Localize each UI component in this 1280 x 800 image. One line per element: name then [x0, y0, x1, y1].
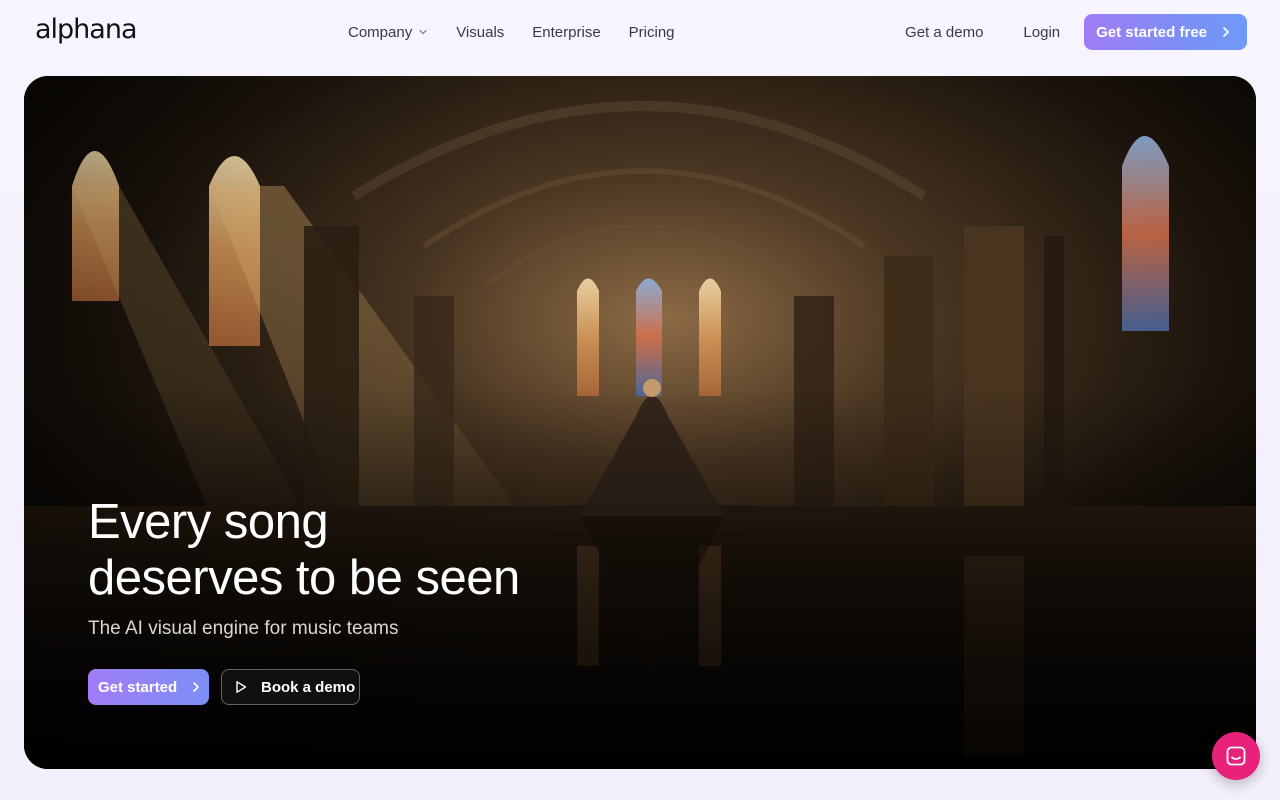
get-started-button[interactable]: Get started: [88, 669, 209, 705]
book-demo-label: Book a demo: [261, 678, 356, 696]
chat-launcher-button[interactable]: [1212, 732, 1260, 780]
hero-title-line-2: deserves to be seen: [88, 551, 520, 605]
get-started-free-button[interactable]: Get started free: [1084, 14, 1247, 50]
hero-title-line-1: Every song: [88, 495, 329, 549]
brand-logo[interactable]: alphana: [35, 14, 138, 45]
get-started-label: Get started: [98, 678, 178, 696]
header-actions: Get a demo Login Get started free: [885, 14, 1247, 50]
hero-section: Every song deserves to be seen The AI vi…: [24, 76, 1256, 769]
chevron-right-icon: [1223, 27, 1229, 37]
chevron-right-icon: [193, 682, 200, 692]
nav-company[interactable]: Company: [348, 24, 428, 41]
book-demo-button[interactable]: Book a demo: [221, 669, 360, 705]
nav-visuals[interactable]: Visuals: [456, 24, 504, 41]
hero-title: Every song deserves to be seen: [88, 494, 648, 606]
login-link[interactable]: Login: [1003, 24, 1080, 41]
hero-subtitle: The AI visual engine for music teams: [88, 618, 399, 639]
chat-icon: [1226, 746, 1246, 766]
get-demo-link[interactable]: Get a demo: [885, 24, 1003, 41]
hero-overlay: [24, 76, 1256, 769]
play-icon: [236, 681, 247, 693]
chevron-down-icon: [419, 29, 427, 35]
nav-enterprise[interactable]: Enterprise: [532, 24, 600, 41]
nav-pricing[interactable]: Pricing: [629, 24, 675, 41]
nav-company-label: Company: [348, 23, 413, 41]
get-started-free-label: Get started free: [1096, 23, 1207, 41]
site-header: alphana Company Visuals Enterprise Prici…: [0, 0, 1280, 64]
main-nav: Company Visuals Enterprise Pricing: [348, 0, 675, 64]
